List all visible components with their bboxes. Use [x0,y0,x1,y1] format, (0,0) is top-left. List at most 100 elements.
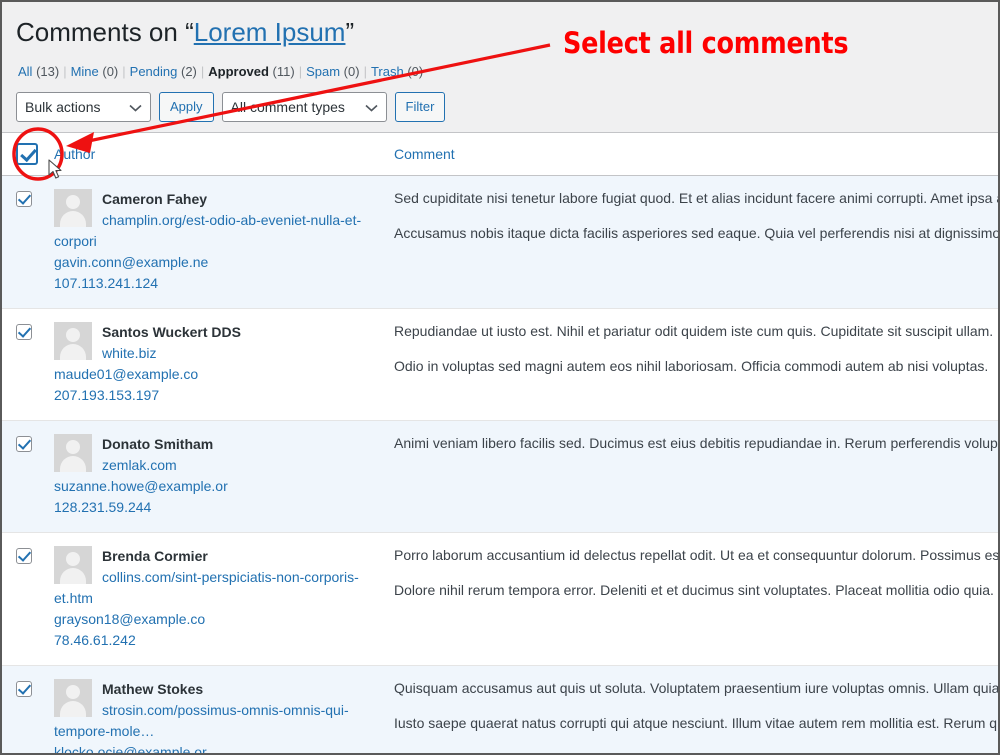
status-nav-link-spam[interactable]: Spam [306,64,340,79]
author-ip-link[interactable]: 207.193.153.197 [54,385,386,406]
table-row: Cameron Fahey champlin.org/est-odio-ab-ev… [2,175,998,309]
comments-table-head: Author Comment [2,131,998,176]
status-nav-link-all[interactable]: All [18,64,32,79]
chevron-down-icon [364,93,378,121]
row-checkbox[interactable] [16,681,32,698]
avatar [54,433,92,472]
row-select-cell [2,420,54,533]
status-nav-separator: | [363,63,367,79]
author-cell: Donato Smitham zemlak.com suzanne.howe@exa… [54,420,386,533]
comment-paragraph: Iusto saepe quaerat natus corrupti qui a… [394,715,998,732]
comment-cell: Repudiandae ut iusto est. Nihil et paria… [386,308,998,421]
author-cell: Brenda Cormier collins.com/sint-perspicia… [54,532,386,666]
status-nav-count: (2) [177,63,197,79]
author-site-link[interactable]: zemlak.com [54,455,386,476]
author-cell: Mathew Stokes strosin.com/possimus-omnis-… [54,665,386,753]
author-info: Brenda Cormier collins.com/sint-perspicia… [54,545,386,651]
status-nav-separator: | [200,63,205,79]
row-checkbox[interactable] [16,191,32,208]
row-checkbox[interactable] [16,436,32,453]
status-nav-count: (11) [268,63,295,79]
author-email-link[interactable]: maude01@example.co [54,364,386,385]
comment-type-selected-value: All comment types [230,98,345,115]
status-nav-item: Spam (0) [306,64,359,79]
post-title-link[interactable]: Lorem Ipsum [194,17,346,47]
table-row: Brenda Cormier collins.com/sint-perspicia… [2,532,998,666]
row-checkbox[interactable] [16,548,32,565]
row-select-cell [2,665,54,753]
comment-cell: Porro laborum accusantium id delectus re… [386,532,998,666]
bulk-actions-selected-value: Bulk actions [25,98,101,115]
column-header-author[interactable]: Author [54,131,386,176]
author-ip-link[interactable]: 128.231.59.244 [54,497,386,518]
row-checkbox[interactable] [16,324,32,341]
comment-status-filter-nav: All (13) | Mine (0) | Pending (2) | Approved (… [2,56,998,82]
table-row: Donato Smitham zemlak.com suzanne.howe@exa… [2,420,998,533]
author-name: Cameron Fahey [102,190,208,207]
status-nav-separator: | [298,63,303,79]
select-all-header-cell [2,131,54,176]
apply-button[interactable]: Apply [159,91,214,122]
author-site-link[interactable]: white.biz [54,343,386,364]
author-name: Santos Wuckert DDS [102,323,241,340]
status-nav-item: Pending (2) [130,64,197,79]
comments-table: Author Comment Cameron Fahey champlin.org… [2,131,998,753]
comment-cell: Animi veniam libero facilis sed. Ducimus… [386,420,998,533]
bulk-actions-select[interactable]: Bulk actions [16,91,151,122]
status-nav-count: (0) [340,63,360,79]
admin-page-viewport: Comments on “Lorem Ipsum” All (13) | Mine … [2,2,998,753]
status-nav-separator: | [63,63,67,79]
avatar [54,321,92,360]
author-name: Brenda Cormier [102,547,208,564]
status-nav-count: (0) [403,63,424,79]
author-info: Cameron Fahey champlin.org/est-odio-ab-ev… [54,188,386,294]
comment-paragraph: Quisquam accusamus aut quis ut soluta. V… [394,679,998,696]
comment-type-select[interactable]: All comment types [221,91,387,122]
row-select-cell [2,532,54,666]
page-title-suffix: ” [345,17,355,47]
comments-table-body: Cameron Fahey champlin.org/est-odio-ab-ev… [2,175,998,753]
author-name: Mathew Stokes [102,680,204,697]
status-nav-link-approved[interactable]: Approved [208,64,269,79]
status-nav-item: Mine (0) [71,64,119,79]
author-email-link[interactable]: grayson18@example.co [54,609,386,630]
author-cell: Santos Wuckert DDS white.biz maude01@examp… [54,308,386,421]
comment-paragraph: Porro laborum accusantium id delectus re… [394,546,998,563]
status-nav-item: Trash (0) [371,64,423,79]
annotation-label: Select all comments [563,26,849,60]
status-nav-link-trash[interactable]: Trash [371,64,404,79]
row-select-cell [2,308,54,421]
author-ip-link[interactable]: 78.46.61.242 [54,630,386,651]
author-cell: Cameron Fahey champlin.org/est-odio-ab-ev… [54,175,386,309]
avatar [54,678,92,717]
status-nav-separator: | [122,63,126,79]
author-email-link[interactable]: suzanne.howe@example.or [54,476,386,497]
chevron-down-icon [129,93,142,121]
comment-paragraph: Accusamus nobis itaque dicta facilis asp… [394,225,998,242]
author-site-link[interactable]: champlin.org/est-odio-ab-eveniet-nulla-e… [54,210,386,252]
page-title-prefix: Comments on “ [16,17,194,47]
comment-cell: Sed cupiditate nisi tenetur labore fugia… [386,175,998,309]
table-row: Santos Wuckert DDS white.biz maude01@examp… [2,308,998,421]
author-ip-link[interactable]: 107.113.241.124 [54,273,386,294]
author-site-link[interactable]: strosin.com/possimus-omnis-omnis-qui-tem… [54,700,386,742]
row-select-cell [2,175,54,309]
comment-paragraph: Dolore nihil rerum tempora error. Deleni… [394,582,994,599]
status-nav-count: (0) [98,63,119,79]
table-header-row: Author Comment [2,131,998,176]
comment-paragraph: Repudiandae ut iusto est. Nihil et paria… [394,322,994,339]
author-email-link[interactable]: gavin.conn@example.ne [54,252,386,273]
select-all-checkbox[interactable] [16,142,38,165]
filter-button[interactable]: Filter [394,91,446,122]
author-info: Santos Wuckert DDS white.biz maude01@examp… [54,321,386,406]
comment-cell: Quisquam accusamus aut quis ut soluta. V… [386,665,998,753]
status-nav-link-pending[interactable]: Pending [130,64,178,79]
page-title: Comments on “Lorem Ipsum” [2,2,998,56]
column-header-comment[interactable]: Comment [386,131,998,176]
author-email-link[interactable]: klocko.ocie@example.or [54,742,386,753]
author-name: Donato Smitham [102,435,214,452]
avatar [54,545,92,584]
author-site-link[interactable]: collins.com/sint-perspiciatis-non-corpor… [54,567,386,609]
status-nav-item: Approved (11) [208,64,294,79]
status-nav-link-mine[interactable]: Mine [71,64,99,79]
